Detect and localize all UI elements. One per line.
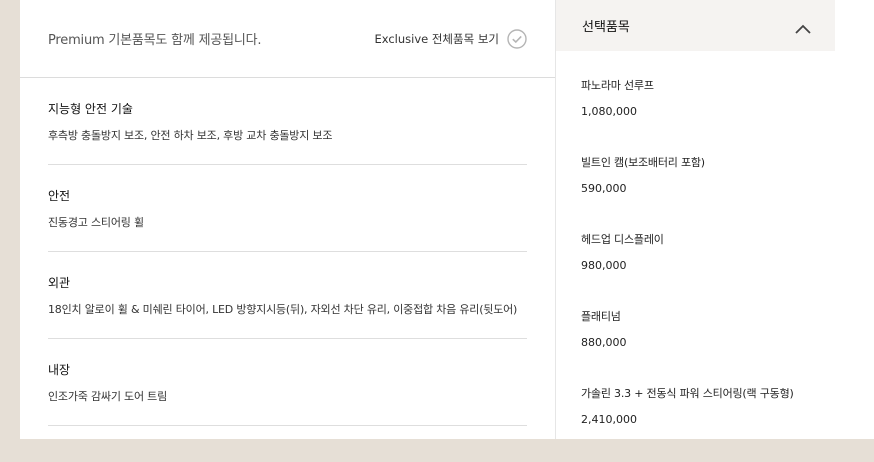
group-title: 안전 <box>48 189 71 203</box>
chevron-up-icon[interactable] <box>794 20 812 34</box>
option-item: 가솔린 3.3 + 전동식 파워 스티어링(랙 구동형) 2,410,000 <box>581 385 836 462</box>
selected-options-list: 파노라마 선루프 1,080,000 빌트인 캠(보조배터리 포함) 590,0… <box>556 51 836 462</box>
option-item: 빌트인 캠(보조배터리 포함) 590,000 <box>581 154 836 231</box>
option-name: 가솔린 3.3 + 전동식 파워 스티어링(랙 구동형) <box>581 387 794 400</box>
basic-items-panel: Premium 기본품목도 함께 제공됩니다. Exclusive 전체품목 보… <box>20 0 555 439</box>
group-interior: 내장 인조가죽 감싸기 도어 트림 <box>48 339 527 426</box>
option-item: 파노라마 선루프 1,080,000 <box>581 77 836 154</box>
basic-items-title: Premium 기본품목도 함께 제공됩니다. <box>48 33 262 48</box>
selected-options-panel: 선택품목 파노라마 선루프 1,080,000 빌트인 캠(보조배터리 포함) … <box>555 0 836 439</box>
group-title: 지능형 안전 기술 <box>48 102 133 116</box>
option-price: 1,080,000 <box>581 105 637 118</box>
option-name: 빌트인 캠(보조배터리 포함) <box>581 156 705 169</box>
group-exterior: 외관 18인치 알로이 휠 & 미쉐린 타이어, LED 방향지시등(뒤), 자… <box>48 252 527 339</box>
check-circle-icon <box>507 28 527 49</box>
view-all-button[interactable]: Exclusive 전체품목 보기 <box>374 28 527 49</box>
option-price: 880,000 <box>581 336 627 349</box>
group-safety: 안전 진동경고 스티어링 휠 <box>48 165 527 252</box>
option-item: 플래티넘 880,000 <box>581 308 836 385</box>
option-price: 2,410,000 <box>581 413 637 426</box>
basic-items-groups: 지능형 안전 기술 후측방 충돌방지 보조, 안전 하차 보조, 후방 교차 충… <box>20 78 555 426</box>
group-desc: 후측방 충돌방지 보조, 안전 하차 보조, 후방 교차 충돌방지 보조 <box>48 129 333 142</box>
basic-items-header: Premium 기본품목도 함께 제공됩니다. Exclusive 전체품목 보… <box>20 0 555 78</box>
option-price: 590,000 <box>581 182 627 195</box>
option-item: 헤드업 디스플레이 980,000 <box>581 231 836 308</box>
group-desc: 18인치 알로이 휠 & 미쉐린 타이어, LED 방향지시등(뒤), 자외선 … <box>48 303 518 316</box>
selected-options-title: 선택품목 <box>582 20 630 35</box>
option-name: 헤드업 디스플레이 <box>581 233 664 246</box>
group-desc: 인조가죽 감싸기 도어 트림 <box>48 390 168 403</box>
group-desc: 진동경고 스티어링 휠 <box>48 216 144 229</box>
selected-options-header[interactable]: 선택품목 <box>556 0 836 51</box>
page-right-margin <box>835 0 874 439</box>
option-price: 980,000 <box>581 259 627 272</box>
option-name: 플래티넘 <box>581 310 621 323</box>
view-all-label: Exclusive 전체품목 보기 <box>374 31 499 46</box>
group-title: 외관 <box>48 276 71 290</box>
group-smart-safety: 지능형 안전 기술 후측방 충돌방지 보조, 안전 하차 보조, 후방 교차 충… <box>48 78 527 165</box>
group-title: 내장 <box>48 363 71 377</box>
option-name: 파노라마 선루프 <box>581 79 654 92</box>
